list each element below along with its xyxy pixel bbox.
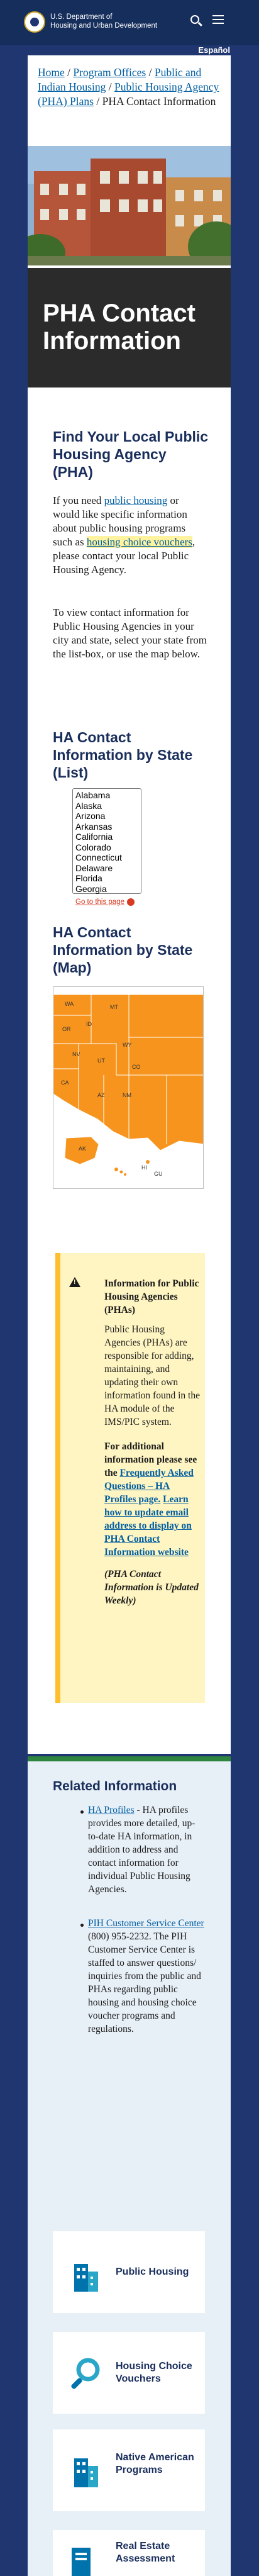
text: If you need <box>53 494 104 506</box>
native-american-programs-card[interactable]: Native American Programs <box>53 2429 205 2511</box>
related-item-pih-customer-service: PIH Customer Service Center (800) 955-22… <box>88 1917 205 2036</box>
search-icon[interactable] <box>190 15 199 24</box>
state-label[interactable]: CO <box>132 1064 141 1070</box>
state-label[interactable]: CA <box>61 1079 69 1086</box>
agency-line2: Housing and Urban Development <box>50 22 158 30</box>
breadcrumb: Home / Program Offices / Public and Indi… <box>28 65 231 109</box>
state-label[interactable]: NV <box>72 1051 80 1057</box>
breadcrumb-separator: / <box>146 66 155 79</box>
breadcrumb-current: PHA Contact Information <box>102 95 216 108</box>
page-title: PHA Contact Information <box>43 299 196 355</box>
public-housing-link[interactable]: public housing <box>104 494 168 506</box>
arrow-up-icon <box>127 898 135 906</box>
card-label: Public Housing <box>116 2267 189 2277</box>
agency-line1: U.S. Department of <box>50 13 113 21</box>
related-information-heading: Related Information <box>53 1779 177 1793</box>
alert-title: Information for Public Housing Agencies … <box>104 1278 199 1315</box>
state-option[interactable]: Florida <box>75 873 138 884</box>
bullet <box>80 1810 84 1814</box>
state-option[interactable]: Alabama <box>75 790 138 801</box>
state-label[interactable]: NM <box>123 1092 131 1098</box>
breadcrumb-separator: / <box>106 81 115 93</box>
state-label[interactable]: OR <box>62 1026 71 1032</box>
document-icon <box>72 2548 91 2576</box>
state-option[interactable]: Arizona <box>75 811 138 822</box>
magnifier-icon <box>71 2358 100 2389</box>
bullet <box>80 1924 84 1927</box>
espanol-link[interactable]: Español <box>198 45 230 55</box>
state-option[interactable]: Connecticut <box>75 852 138 863</box>
card-label: Native American Programs <box>116 2452 194 2475</box>
alert-updated-weekly: (PHA Contact Information is Updated Week… <box>104 1569 199 1606</box>
card-label: Real Estate Assessment <box>116 2541 175 2564</box>
breadcrumb-program-offices[interactable]: Program Offices <box>73 66 146 79</box>
hero-image <box>28 146 231 265</box>
state-label[interactable]: AK <box>79 1146 86 1152</box>
state-option[interactable]: Colorado <box>75 842 138 853</box>
housing-photo <box>28 146 231 265</box>
state-option[interactable]: Arkansas <box>75 822 138 832</box>
public-housing-card[interactable]: Public Housing <box>53 2231 205 2313</box>
state-label[interactable]: AZ <box>97 1092 105 1098</box>
related-item-ha-profiles: HA Profiles - HA profiles provides more … <box>88 1804 205 1896</box>
housing-choice-vouchers-link[interactable]: housing choice vouchers <box>86 536 192 548</box>
state-option[interactable]: California <box>75 832 138 842</box>
find-pha-heading: Find Your Local Public Housing Agency (P… <box>53 428 209 480</box>
go-to-top-link[interactable]: Go to this page <box>75 898 135 906</box>
alert-body: Public Housing Agencies (PHAs) are respo… <box>104 1324 200 1427</box>
buildings-icon <box>74 2264 98 2292</box>
state-map-heading: HA Contact Information by State (Map) <box>53 924 193 976</box>
alert-text: Information for Public Housing Agencies … <box>104 1277 202 1607</box>
state-option[interactable]: Delaware <box>75 863 138 874</box>
state-option[interactable]: Alaska <box>75 801 138 811</box>
state-label[interactable]: MT <box>110 1004 118 1010</box>
warning-icon <box>69 1277 80 1287</box>
page-title-band: PHA Contact Information <box>28 268 231 388</box>
instructions-paragraph: To view contact information for Public H… <box>53 606 207 660</box>
state-list-heading: HA Contact Information by State (List) <box>53 729 193 781</box>
state-option[interactable]: Georgia <box>75 884 138 895</box>
pha-information-alert: Information for Public Housing Agencies … <box>55 1253 205 1703</box>
state-label[interactable]: UT <box>97 1057 105 1064</box>
green-divider <box>28 1756 231 1761</box>
housing-choice-vouchers-card[interactable]: Housing Choice Vouchers <box>53 2332 205 2414</box>
state-label[interactable]: HI <box>141 1164 147 1171</box>
agency-name[interactable]: U.S. Department of Housing and Urban Dev… <box>50 13 157 30</box>
breadcrumb-separator: / <box>64 66 74 79</box>
state-label[interactable]: GU <box>154 1171 163 1177</box>
state-listbox[interactable]: Alabama Alaska Arizona Arkansas California Co… <box>72 788 141 894</box>
state-label[interactable]: WY <box>123 1042 132 1048</box>
menu-icon[interactable] <box>212 15 224 24</box>
us-state-map[interactable]: WA OR ID MT NV CA UT WY CO AZ NM AK HI GU <box>53 986 204 1189</box>
map-graphic: WA OR ID MT NV CA UT WY CO AZ NM AK HI GU <box>53 994 203 1177</box>
top-link-label: Go to this page <box>75 898 124 906</box>
card-label: Housing Choice Vouchers <box>116 2361 192 2384</box>
text: - HA profiles provides more detailed, up… <box>88 1805 196 1895</box>
pih-customer-service-link[interactable]: PIH Customer Service Center <box>88 1918 204 1929</box>
site-header: U.S. Department of Housing and Urban Dev… <box>0 0 259 45</box>
state-label[interactable]: WA <box>65 1001 74 1007</box>
breadcrumb-separator: / <box>93 95 102 108</box>
real-estate-assessment-card[interactable]: Real Estate Assessment <box>53 2530 205 2576</box>
breadcrumb-home[interactable]: Home <box>38 66 65 79</box>
text: (800) 955-2232. The PIH Customer Service… <box>88 1931 201 2034</box>
find-pha-paragraph: If you need public housing or would like… <box>53 494 207 577</box>
state-label[interactable]: ID <box>86 1021 92 1027</box>
buildings-icon <box>74 2458 98 2487</box>
ha-profiles-link[interactable]: HA Profiles <box>88 1805 135 1815</box>
hud-seal-icon[interactable] <box>24 11 45 33</box>
